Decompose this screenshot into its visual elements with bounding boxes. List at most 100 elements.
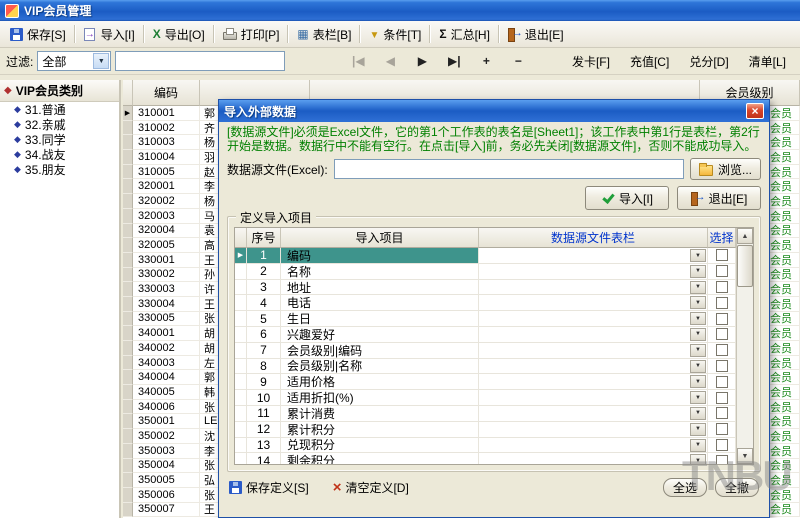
- source-column-cell[interactable]: [479, 279, 708, 296]
- category-dropdown[interactable]: 全部: [37, 51, 112, 71]
- dialog-import-button[interactable]: 导入[I]: [585, 186, 669, 210]
- select-checkbox[interactable]: [715, 407, 728, 420]
- nav-add-button[interactable]: +: [475, 54, 497, 68]
- source-column-cell[interactable]: [479, 295, 708, 312]
- dropdown-arrow-icon[interactable]: [690, 249, 706, 262]
- dropdown-arrow-icon[interactable]: [690, 280, 706, 294]
- dropdown-arrow-icon[interactable]: [690, 438, 706, 452]
- nav-prev-button[interactable]: ◀: [379, 54, 401, 68]
- select-checkbox[interactable]: [715, 375, 728, 388]
- source-column-cell[interactable]: [479, 326, 708, 343]
- select-checkbox[interactable]: [715, 423, 728, 436]
- save-button[interactable]: 保存[S]: [3, 23, 73, 45]
- import-item-row[interactable]: 1 编码: [235, 248, 736, 264]
- dropdown-arrow-icon[interactable]: [690, 391, 706, 405]
- sidebar-item[interactable]: 33.同学: [0, 132, 119, 147]
- clear-definition-button[interactable]: 清空定义[D]: [333, 479, 408, 496]
- print-button[interactable]: 打印[P]: [216, 23, 287, 45]
- source-column-cell[interactable]: [479, 263, 708, 280]
- list-button[interactable]: 清单[L]: [749, 53, 786, 70]
- sidebar-item[interactable]: 34.战友: [0, 147, 119, 162]
- source-column-cell[interactable]: [479, 421, 708, 438]
- scroll-thumb[interactable]: [737, 245, 753, 287]
- select-checkbox[interactable]: [715, 328, 728, 341]
- import-item-row[interactable]: 5 生日: [235, 311, 736, 327]
- scroll-down-icon[interactable]: [737, 448, 753, 464]
- import-item-row[interactable]: 11 累计消费: [235, 405, 736, 422]
- redeem-points-button[interactable]: 兑分[D]: [689, 53, 728, 70]
- member-code: 340006: [133, 399, 200, 415]
- table-scrollbar[interactable]: [736, 228, 753, 464]
- dropdown-arrow-icon[interactable]: [690, 375, 706, 389]
- source-column-cell[interactable]: [479, 311, 708, 327]
- import-item-row[interactable]: 7 会员级别|编码: [235, 342, 736, 359]
- condition-button[interactable]: 条件[T]: [362, 23, 428, 45]
- select-checkbox[interactable]: [715, 296, 728, 309]
- chevron-down-icon[interactable]: [93, 53, 110, 69]
- import-item-row[interactable]: 6 兴趣爱好: [235, 326, 736, 343]
- import-button[interactable]: 导入[I]: [77, 23, 142, 45]
- source-column-cell[interactable]: [479, 248, 708, 264]
- dropdown-arrow-icon[interactable]: [690, 359, 706, 373]
- deselect-all-button[interactable]: 全撤: [714, 478, 759, 497]
- select-checkbox[interactable]: [715, 359, 728, 372]
- import-item-row[interactable]: 9 适用价格: [235, 374, 736, 391]
- sidebar-item[interactable]: 35.朋友: [0, 162, 119, 177]
- issue-card-button[interactable]: 发卡[F]: [572, 53, 610, 70]
- import-item-row[interactable]: 8 会员级别|名称: [235, 358, 736, 375]
- source-file-input[interactable]: [333, 159, 684, 179]
- select-checkbox[interactable]: [715, 438, 728, 451]
- source-column-cell[interactable]: [479, 437, 708, 454]
- dropdown-arrow-icon[interactable]: [690, 327, 706, 341]
- code-column-header[interactable]: 编码: [133, 80, 200, 106]
- import-item-row[interactable]: 12 累计积分: [235, 421, 736, 438]
- source-column-cell[interactable]: [479, 374, 708, 391]
- columns-button[interactable]: 表栏[B]: [290, 23, 358, 45]
- save-definition-button[interactable]: 保存定义[S]: [229, 479, 309, 496]
- source-column-cell[interactable]: [479, 390, 708, 406]
- dialog-exit-button[interactable]: 退出[E]: [677, 186, 761, 210]
- close-icon[interactable]: ×: [746, 103, 764, 119]
- import-item-row[interactable]: 13 兑现积分: [235, 437, 736, 454]
- select-all-button[interactable]: 全选: [662, 478, 707, 497]
- window-title: VIP会员管理: [24, 4, 92, 18]
- item-number: 10: [247, 390, 281, 406]
- source-column-cell[interactable]: [479, 358, 708, 375]
- select-checkbox[interactable]: [715, 344, 728, 357]
- dropdown-arrow-icon[interactable]: [690, 343, 706, 357]
- dropdown-arrow-icon[interactable]: [690, 296, 706, 310]
- import-item-row[interactable]: 14 剩余积分: [235, 453, 736, 464]
- source-column-cell[interactable]: [479, 405, 708, 422]
- scroll-up-icon[interactable]: [737, 228, 753, 244]
- select-checkbox[interactable]: [715, 249, 728, 262]
- exit-button[interactable]: 退出[E]: [501, 23, 571, 45]
- select-checkbox[interactable]: [715, 391, 728, 404]
- export-button[interactable]: 导出[O]: [146, 23, 212, 45]
- nav-last-button[interactable]: ▶|: [443, 54, 465, 68]
- recharge-button[interactable]: 充值[C]: [630, 53, 669, 70]
- sidebar: VIP会员类别 31.普通 32.亲戚 33.同学 34.战友 35.朋友: [0, 80, 121, 518]
- summary-button[interactable]: 汇总[H]: [432, 23, 497, 45]
- select-checkbox[interactable]: [715, 280, 728, 293]
- dropdown-arrow-icon[interactable]: [690, 264, 706, 278]
- select-checkbox[interactable]: [715, 265, 728, 278]
- dropdown-arrow-icon[interactable]: [690, 422, 706, 436]
- import-item-row[interactable]: 4 电话: [235, 295, 736, 312]
- nav-delete-button[interactable]: −: [507, 54, 529, 68]
- import-item-row[interactable]: 10 适用折扣(%): [235, 390, 736, 406]
- nav-first-button[interactable]: |◀: [347, 54, 369, 68]
- dropdown-arrow-icon[interactable]: [690, 312, 706, 326]
- import-item-row[interactable]: 2 名称: [235, 263, 736, 280]
- sidebar-item[interactable]: 31.普通: [0, 102, 119, 117]
- browse-button[interactable]: 浏览...: [689, 158, 761, 180]
- import-item-row[interactable]: 3 地址: [235, 279, 736, 296]
- nav-next-button[interactable]: ▶: [411, 54, 433, 68]
- source-column-cell[interactable]: [479, 453, 708, 464]
- dropdown-arrow-icon[interactable]: [690, 454, 706, 464]
- source-column-cell[interactable]: [479, 342, 708, 359]
- select-checkbox[interactable]: [715, 312, 728, 325]
- dropdown-arrow-icon[interactable]: [690, 406, 706, 420]
- sidebar-item[interactable]: 32.亲戚: [0, 117, 119, 132]
- filter-search-input[interactable]: [115, 51, 286, 71]
- select-checkbox[interactable]: [715, 454, 728, 464]
